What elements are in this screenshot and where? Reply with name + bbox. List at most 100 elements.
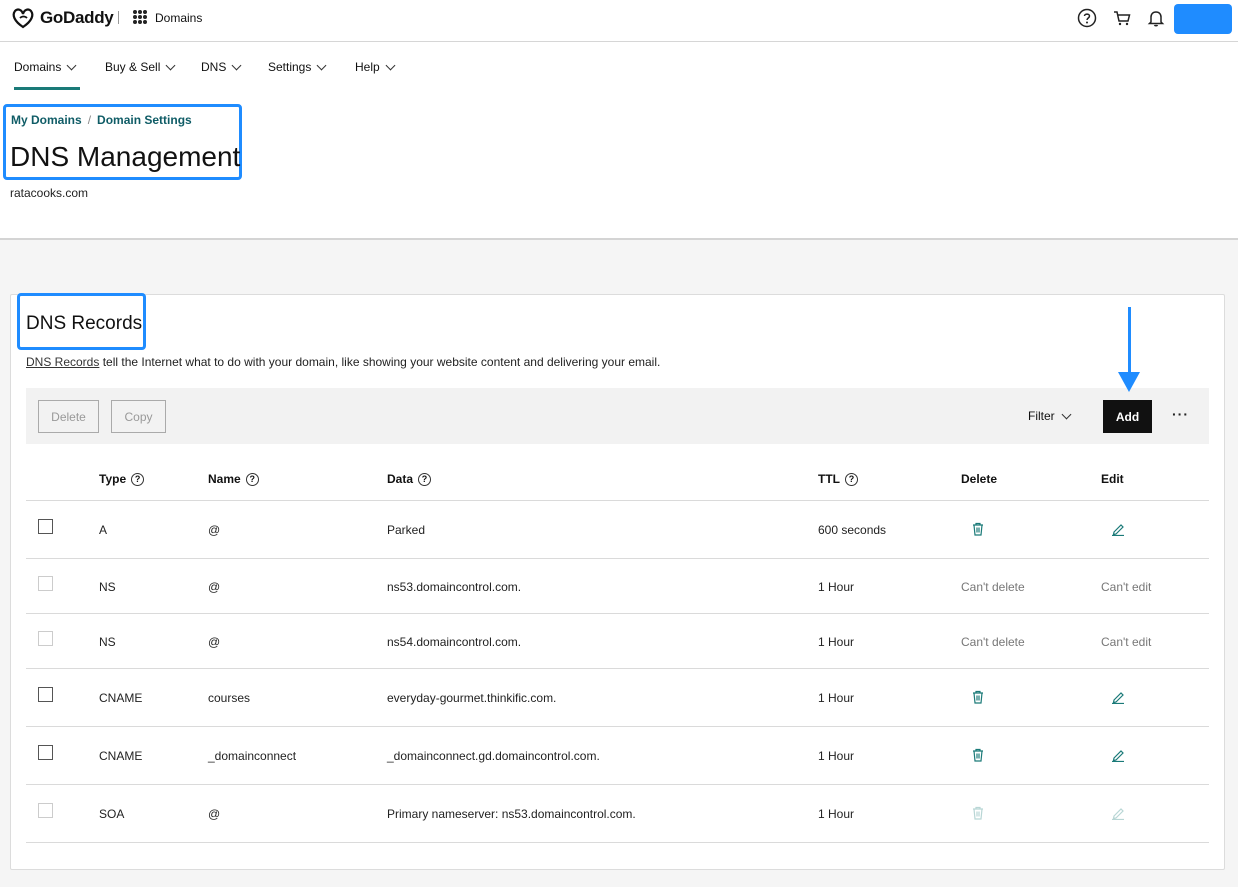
apps-grid-icon[interactable] [133,10,147,24]
brand-name: GoDaddy [40,8,114,27]
breadcrumb-domain-settings[interactable]: Domain Settings [97,113,192,127]
column-header-name: Name? [208,472,259,486]
chevron-down-icon [231,60,242,70]
breadcrumb-my-domains[interactable]: My Domains [11,113,82,127]
nav-domains[interactable]: Domains [14,60,77,74]
cant-delete-text: Can't delete [961,580,1025,594]
help-circle-icon[interactable]: ? [245,472,259,486]
domain-name: ratacooks.com [10,186,89,200]
godaddy-logo[interactable]: GoDaddy [10,7,114,29]
row-divider [26,613,1209,614]
cant-edit-text: Can't edit [1101,580,1152,594]
record-data: ns53.domaincontrol.com. [387,580,522,594]
bell-icon[interactable] [1146,8,1166,28]
record-type: NS [99,580,116,594]
record-ttl: 1 Hour [818,635,855,649]
record-ttl: 1 Hour [818,749,855,763]
pencil-icon[interactable] [1111,748,1125,762]
page-title: DNS Management [10,141,241,172]
trash-icon[interactable] [971,748,985,762]
record-data: ns54.domaincontrol.com. [387,635,522,649]
arrow-annotation-line [1128,307,1131,375]
dns-records-description: DNS Records tell the Internet what to do… [26,355,660,369]
main-nav: Domains Buy & Sell DNS Settings Help [0,42,1238,90]
row-checkbox [38,803,53,818]
row-checkbox[interactable] [38,745,53,760]
help-circle-icon[interactable]: ? [845,472,858,486]
record-name: @ [208,807,221,821]
pencil-icon [1112,808,1124,820]
dns-records-link[interactable]: DNS Records [26,355,99,369]
breadcrumb: My Domains / Domain Settings [11,113,192,127]
record-ttl: 1 Hour [818,691,855,705]
cant-delete-text: Can't delete [961,635,1025,649]
row-checkbox[interactable] [38,519,53,534]
row-divider [26,842,1209,843]
records-toolbar: Delete Copy Filter Add ··· [26,388,1209,444]
trash-icon[interactable] [971,690,985,704]
record-name: @ [208,523,221,537]
trash-icon[interactable] [971,522,985,536]
record-type: CNAME [99,691,143,705]
cart-icon[interactable] [1112,8,1132,28]
record-data: Parked [387,523,426,537]
chevron-down-icon [385,60,396,70]
column-header-delete: Delete [961,472,998,486]
active-nav-indicator [14,87,80,90]
help-icon[interactable] [1077,8,1097,28]
nav-help[interactable]: Help [355,60,396,74]
nav-buy-sell[interactable]: Buy & Sell [105,60,176,74]
column-header-data: Data? [387,472,432,486]
more-options-icon[interactable]: ··· [1172,406,1189,422]
row-divider [26,500,1209,501]
record-ttl: 1 Hour [818,580,855,594]
chevron-down-icon [66,60,77,70]
dns-records-description-text: tell the Internet what to do with your d… [99,355,661,369]
trash-icon [973,806,983,820]
arrow-annotation-head [1118,372,1140,392]
top-bar: GoDaddy Domains [0,0,1238,42]
filter-dropdown[interactable]: Filter [1028,409,1072,423]
record-ttl: 600 seconds [818,523,887,537]
record-ttl: 1 Hour [818,807,855,821]
chevron-down-icon [1061,409,1072,419]
record-name: _domainconnect [208,749,297,763]
copy-button[interactable]: Copy [111,400,166,433]
app-name[interactable]: Domains [155,11,202,25]
nav-settings[interactable]: Settings [268,60,327,74]
record-name: courses [208,691,251,705]
help-circle-icon[interactable]: ? [418,472,432,486]
column-header-edit: Edit [1101,472,1124,486]
godaddy-logo-icon [12,8,34,29]
help-circle-icon[interactable]: ? [131,472,145,486]
row-divider [26,726,1209,727]
record-name: @ [208,580,221,594]
row-checkbox[interactable] [38,687,53,702]
chevron-down-icon [316,60,327,70]
record-data: Primary nameserver: ns53.domaincontrol.c… [387,807,636,821]
record-type: NS [99,635,116,649]
divider [118,11,119,24]
pencil-icon[interactable] [1111,522,1125,536]
row-checkbox [38,631,53,646]
row-divider [26,668,1209,669]
record-data: _domainconnect.gd.domaincontrol.com. [387,749,600,763]
record-data: everyday-gourmet.thinkific.com. [387,691,557,705]
breadcrumb-separator: / [87,113,92,127]
record-type: SOA [99,807,125,821]
row-divider [26,784,1209,785]
add-record-button[interactable]: Add [1103,400,1152,433]
chevron-down-icon [165,60,176,70]
record-name: @ [208,635,221,649]
column-header-type: Type? [99,472,145,486]
row-checkbox [38,576,53,591]
column-header-ttl: TTL? [818,472,858,486]
pencil-icon[interactable] [1111,690,1125,704]
cant-edit-text: Can't edit [1101,635,1152,649]
record-type: CNAME [99,749,143,763]
nav-dns[interactable]: DNS [201,60,242,74]
account-button[interactable] [1174,4,1232,34]
delete-button[interactable]: Delete [38,400,99,433]
filter-label: Filter [1028,409,1055,423]
dns-records-title: DNS Records [26,313,143,334]
